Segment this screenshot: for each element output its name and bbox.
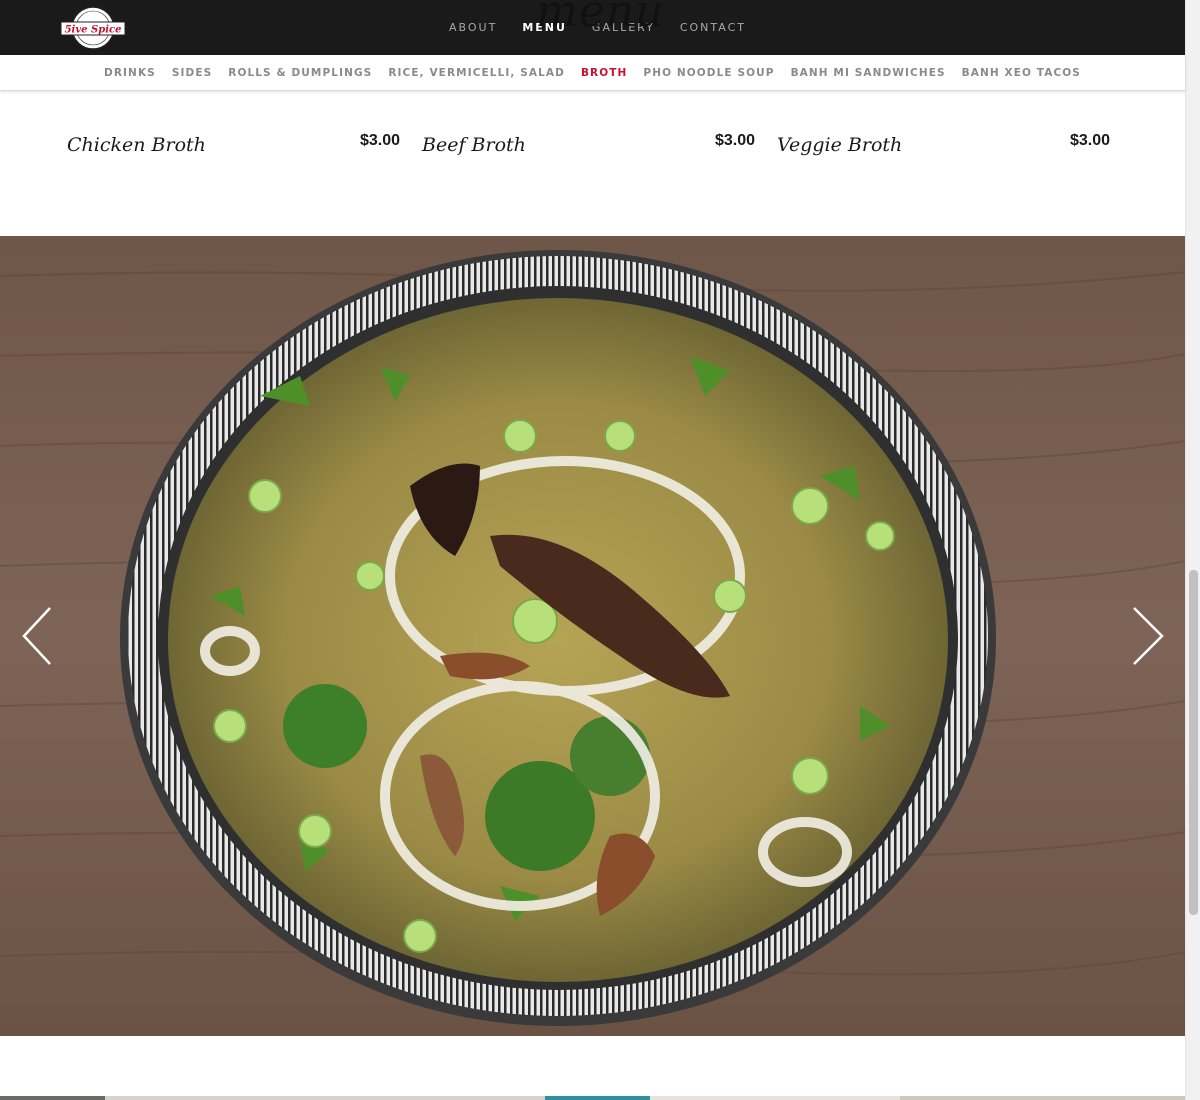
scrollbar-thumb[interactable] <box>1189 570 1198 915</box>
category-pho-noodle-soup[interactable]: PHO NOODLE SOUP <box>643 67 774 79</box>
svg-text:5ive Spice: 5ive Spice <box>65 25 122 36</box>
brand-logo[interactable]: 5ive Spice <box>60 5 126 51</box>
nav-about[interactable]: ABOUT <box>449 21 497 34</box>
category-rice-vermicelli-salad[interactable]: RICE, VERMICELLI, SALAD <box>388 67 565 79</box>
main-nav: ABOUT MENU GALLERY CONTACT <box>449 21 771 34</box>
menu-item: Chicken Broth $3.00 <box>67 128 400 168</box>
chevron-right-icon <box>1133 607 1164 665</box>
broth-photo-carousel <box>0 236 1185 1036</box>
carousel-next-button[interactable] <box>1130 606 1166 666</box>
category-sides[interactable]: SIDES <box>172 67 212 79</box>
broth-bowl-photo <box>0 236 1185 1036</box>
page-scrollbar[interactable] <box>1185 0 1200 1100</box>
category-nav: DRINKS SIDES ROLLS & DUMPLINGS RICE, VER… <box>0 55 1185 91</box>
menu-item-price: $3.00 <box>714 132 755 149</box>
menu-item-name: Chicken Broth <box>67 134 206 156</box>
nav-gallery[interactable]: GALLERY <box>592 21 655 34</box>
nav-contact[interactable]: CONTACT <box>680 21 746 34</box>
chevron-left-icon <box>22 607 51 665</box>
menu-item: Beef Broth $3.00 <box>422 128 755 168</box>
category-drinks[interactable]: DRINKS <box>104 67 156 79</box>
category-banh-xeo-tacos[interactable]: BANH XEO TACOS <box>962 67 1081 79</box>
menu-item: Veggie Broth $3.00 <box>777 128 1110 168</box>
carousel-prev-button[interactable] <box>20 606 56 666</box>
menu-item-price: $3.00 <box>359 132 400 149</box>
gallery-strip <box>0 1096 1185 1100</box>
menu-item-name: Beef Broth <box>422 134 526 156</box>
nav-menu[interactable]: MENU <box>522 21 567 34</box>
menu-item-name: Veggie Broth <box>777 134 903 156</box>
site-header: 5ive Spice ABOUT MENU GALLERY CONTACT <box>0 0 1185 55</box>
category-banh-mi-sandwiches[interactable]: BANH MI SANDWICHES <box>791 67 946 79</box>
menu-item-price: $3.00 <box>1069 132 1110 149</box>
category-broth[interactable]: BROTH <box>581 67 627 79</box>
category-rolls-dumplings[interactable]: ROLLS & DUMPLINGS <box>228 67 372 79</box>
